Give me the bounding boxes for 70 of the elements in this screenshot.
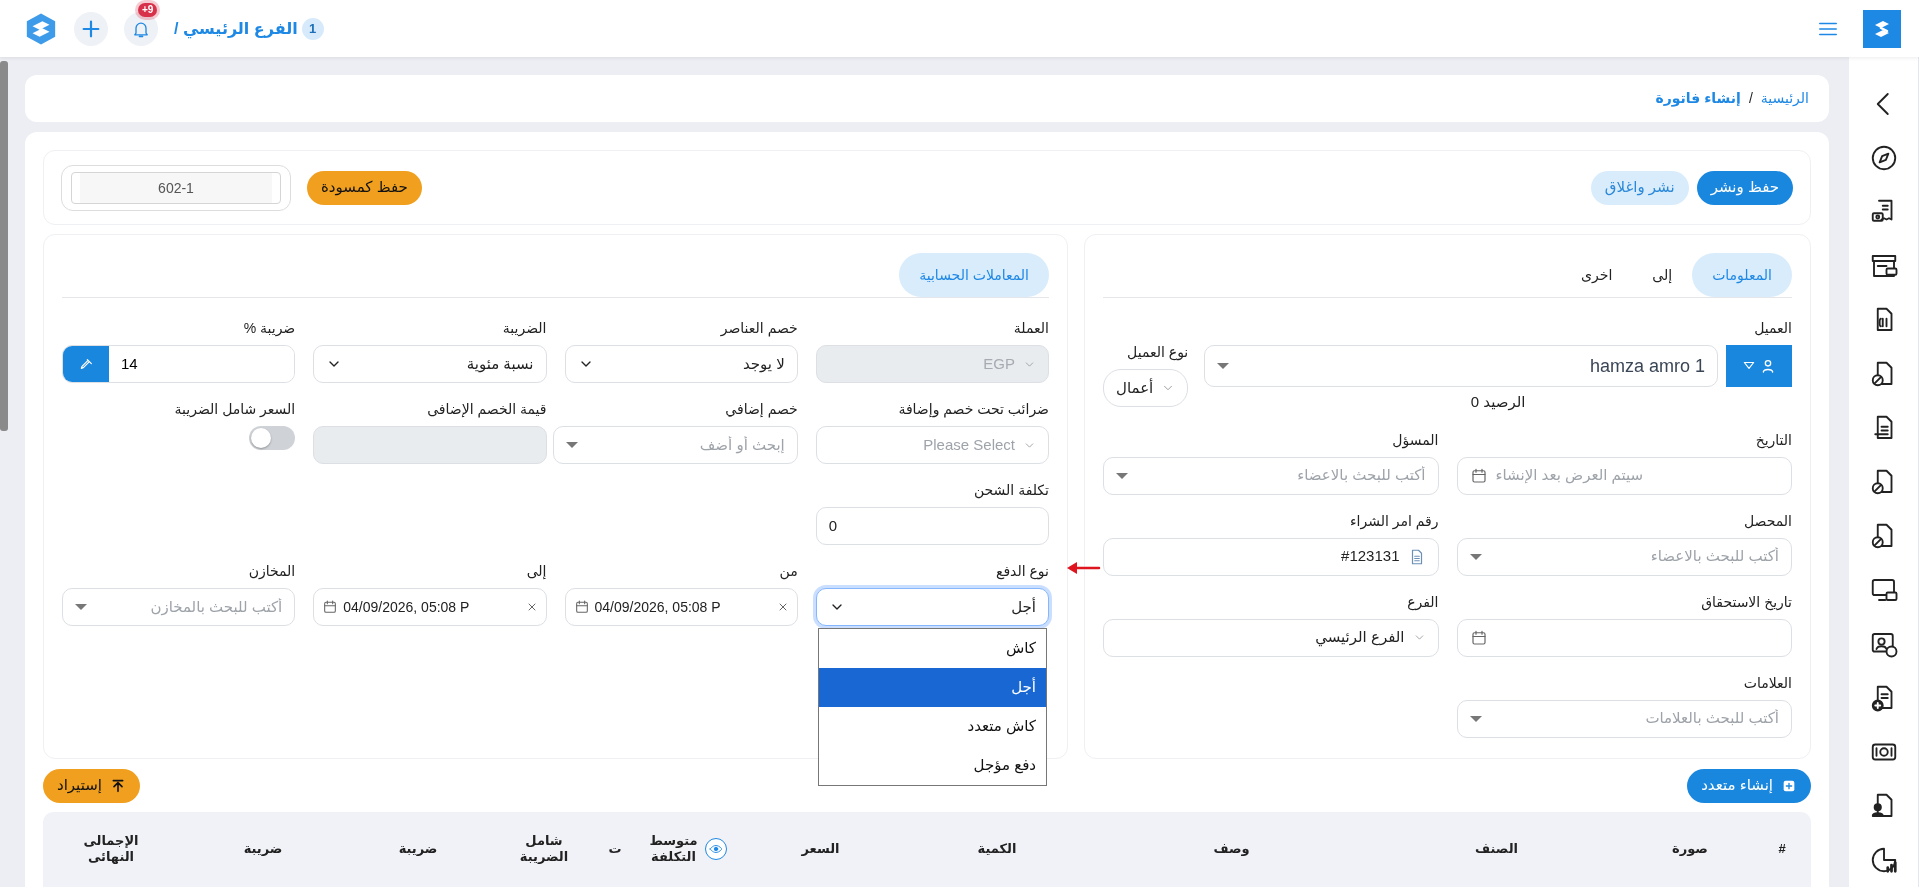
number-field[interactable]: 14 [62,345,296,383]
field-label: من [779,562,798,582]
import-button[interactable]: إستيراد [43,768,140,803]
column-header: الإجمالى النهائى [82,832,140,866]
field-label: العملة [1013,319,1049,338]
column-header: ت [608,840,622,858]
field-label: التاريخ [1755,430,1792,451]
date-field[interactable]: 04/09/2026, 05:08 P [564,588,798,626]
column-header: # [1778,840,1786,858]
column-header: الصنف [1475,840,1518,858]
branch-name[interactable]: الفرع الرئيسي / [174,16,298,41]
customer-field[interactable]: hamza amro 1 [1204,345,1718,387]
field-label: السعر شامل الضريبة [174,400,296,420]
column-header: صورة [1672,840,1708,858]
save-draft-button[interactable]: حفظ كمسودة [307,170,422,205]
date-input[interactable]: سيتم العرض بعد الإنشاء [1495,464,1779,487]
invoice-number-field[interactable]: 602-1 [71,171,281,204]
select-field[interactable]: الفرع الرئيسي [1103,618,1439,657]
date-field[interactable]: سيتم العرض بعد الإنشاء [1456,456,1792,495]
select-field[interactable]: لا يوجد [564,345,798,383]
field-label: خصم إضافي [725,400,798,420]
field-label: نوع العميل [1127,343,1189,363]
field-label: رقم امر الشراء [1350,511,1439,532]
field-label: تكلفة الشحن [973,481,1049,501]
text-input[interactable]: 0 [828,514,1036,538]
column-header: السعر [801,840,840,858]
field-label: المحصل [1743,511,1792,531]
breadcrumb-link[interactable]: إنشاء فاتورة [1655,88,1741,109]
field-label: المخازن [248,562,296,581]
field-label: الضريبة [502,319,547,339]
field-label: نوع الدفع [995,562,1049,582]
field-label: تاريخ الاستحقاق [1701,592,1792,613]
text-input[interactable]: #123131 [1116,545,1400,568]
date-input[interactable]: 04/09/2026, 05:08 P [343,596,521,618]
dropdown-option[interactable]: كاش متعدد [818,707,1046,746]
field-label: الفرع [1407,592,1439,613]
column-header: متوسط التكلفة [648,832,699,866]
field-label: خصم العناصر [720,319,798,339]
dropdown-option[interactable]: أجل [818,668,1046,707]
customer-balance: الرصيد 0 [1470,393,1526,410]
dropdown-option[interactable]: كاش [818,629,1046,668]
tab[interactable]: اخرى [1561,253,1633,297]
column-header: ضريبة [243,840,283,858]
text-field[interactable]: #123131 [1103,537,1439,576]
notification-count: +9 [138,2,158,17]
breadcrumb-link[interactable]: الرئيسية [1760,88,1809,109]
column-header: ضريبة [398,840,438,858]
field-label: قيمة الخصم الإضافى [427,400,547,420]
branch-number: 1 [301,17,324,40]
select-field[interactable]: أجل [815,588,1049,626]
field-label: العميل [1754,319,1792,338]
customer-type-select[interactable]: أعمال [1103,369,1189,407]
field-label: إلى [526,562,547,581]
breadcrumb-separator: / [1748,89,1753,108]
create-multiple-button[interactable]: إنشاء متعدد [1687,768,1811,803]
customer-input[interactable]: hamza amro 1 [1237,352,1705,380]
select-field[interactable]: نسبة مئوية [313,345,547,383]
field-label: ضرائب تحت خصم وإضافة [898,400,1049,420]
field-label: ضريبة % [243,319,296,339]
field-label: المسؤل [1392,430,1439,451]
tab[interactable]: إلى [1632,253,1693,297]
column-header: الكمية [977,840,1017,858]
save-publish-button[interactable]: حفظ ونشر [1696,170,1793,205]
text-field[interactable]: 0 [815,507,1049,545]
date-input[interactable]: 04/09/2026, 05:08 P [594,596,772,618]
date-field[interactable]: 04/09/2026, 05:08 P [313,588,547,626]
dropdown-option[interactable]: دفع مؤجل [818,746,1046,785]
column-header: شامل الضريبة [518,832,570,866]
column-header: وصف [1213,840,1250,858]
field-label: العلامات [1743,673,1792,693]
